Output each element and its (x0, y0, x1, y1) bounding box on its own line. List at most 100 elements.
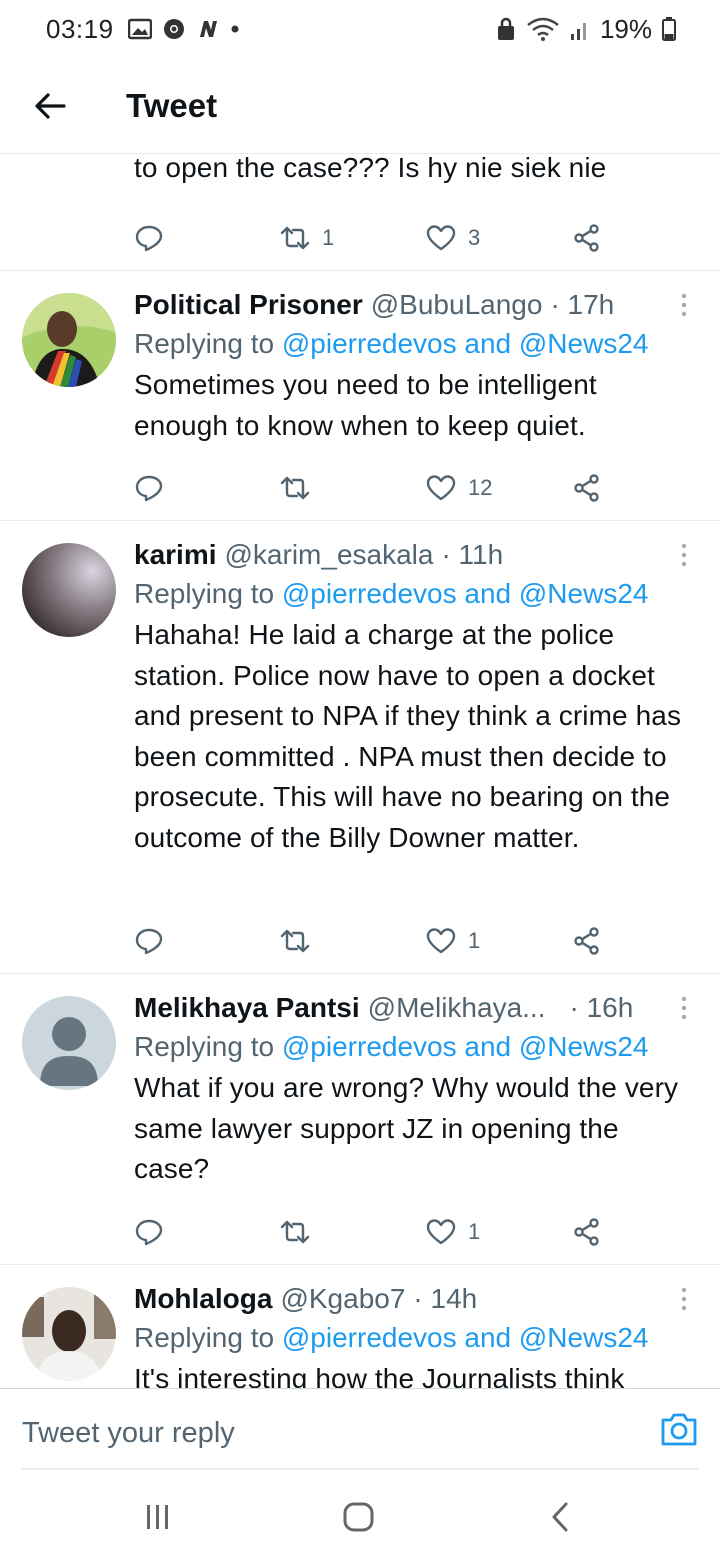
replying-to: Replying to @pierredevos and @News24 (134, 325, 696, 363)
share-icon (574, 224, 599, 252)
tweet-actions: 12 (134, 468, 614, 508)
like-button[interactable]: 1 (426, 1212, 480, 1252)
heart-icon (426, 475, 456, 501)
tweet-text: to open the case??? Is hy nie siek nie (134, 154, 607, 183)
reply-icon (135, 475, 163, 502)
back-button[interactable] (0, 58, 100, 154)
tweet-actions: 1 (134, 921, 614, 961)
share-button[interactable] (572, 468, 602, 508)
retweet-button[interactable] (280, 1212, 322, 1252)
input-underline (22, 1468, 698, 1470)
retweet-icon (280, 476, 310, 500)
retweet-icon (280, 226, 310, 250)
retweet-button[interactable] (280, 468, 322, 508)
tweet-item[interactable]: Mohlaloga @Kgabo7 · 14h Replying to @pie… (0, 1265, 720, 1388)
reply-button[interactable] (134, 1212, 164, 1252)
avatar[interactable] (22, 1287, 116, 1381)
reply-compose-bar[interactable]: Tweet your reply (0, 1388, 720, 1480)
author-name[interactable]: Political Prisoner (134, 287, 363, 323)
like-button[interactable]: 3 (426, 218, 480, 258)
share-icon (574, 927, 599, 955)
status-time: 03:19 (46, 13, 114, 44)
tweet-text: Sometimes you need to be intelligent eno… (134, 369, 597, 441)
more-options-icon[interactable] (676, 1285, 692, 1315)
share-button[interactable] (572, 921, 602, 961)
system-nav-bar (0, 1480, 720, 1560)
tweet-time: · 11h (441, 539, 504, 570)
heart-icon (426, 225, 456, 251)
retweet-button[interactable]: 1 (280, 218, 334, 258)
retweet-icon (280, 929, 310, 953)
replying-to-link[interactable]: @pierredevos and @News24 (282, 1322, 649, 1353)
replying-to: Replying to @pierredevos and @News24 (134, 1028, 696, 1066)
back-icon[interactable] (548, 1500, 574, 1534)
share-button[interactable] (572, 1212, 602, 1252)
default-avatar-icon (22, 996, 116, 1090)
dot-icon (231, 25, 239, 33)
replying-to-link[interactable]: @pierredevos and @News24 (282, 578, 649, 609)
tweet-item[interactable]: karimi @karim_esakala · 11h Replying to … (0, 521, 720, 974)
reply-input[interactable]: Tweet your reply (22, 1417, 235, 1450)
signal-icon (570, 23, 586, 40)
tweet-item[interactable]: Political Prisoner @BubuLango · 17h Repl… (0, 271, 720, 521)
retweet-button[interactable] (280, 921, 322, 961)
n-icon (199, 21, 217, 37)
share-icon (574, 474, 599, 502)
retweet-icon (280, 1220, 310, 1244)
recents-icon[interactable] (143, 1500, 173, 1534)
tweet-meta: Political Prisoner @BubuLango · 17h (134, 287, 696, 323)
tweet-partial[interactable]: to open the case??? Is hy nie siek nie 1… (0, 154, 720, 271)
reply-button[interactable] (134, 921, 164, 961)
author-name[interactable]: karimi (134, 537, 217, 573)
like-count: 1 (468, 1219, 481, 1244)
like-count: 1 (468, 928, 481, 953)
share-button[interactable] (572, 218, 602, 258)
battery-icon (662, 17, 676, 41)
battery-percent: 19% (599, 13, 652, 44)
heart-icon (426, 1219, 456, 1245)
replying-to-link[interactable]: @pierredevos and @News24 (282, 328, 649, 359)
gallery-icon (127, 18, 152, 40)
replying-to-link[interactable]: @pierredevos and @News24 (282, 1031, 649, 1062)
tweet-time: · 17h (550, 289, 615, 320)
like-count: 12 (468, 475, 493, 500)
author-handle[interactable]: @karim_esakala (225, 537, 434, 573)
tweet-text: Hahaha! He laid a charge at the police s… (134, 619, 682, 853)
author-name[interactable]: Melikhaya Pantsi (134, 990, 360, 1026)
tweet-actions: 1 (134, 1212, 614, 1252)
more-options-icon[interactable] (676, 291, 692, 321)
replying-to: Replying to @pierredevos and @News24 (134, 575, 696, 613)
chrome-icon (163, 19, 184, 39)
tweet-item[interactable]: Melikhaya Pantsi @Melikhaya... · 16h Rep… (0, 974, 720, 1265)
author-handle[interactable]: @Kgabo7 (280, 1281, 405, 1317)
reply-button[interactable] (134, 218, 164, 258)
retweet-count: 1 (322, 225, 335, 250)
reply-button[interactable] (134, 468, 164, 508)
avatar[interactable] (22, 996, 116, 1090)
avatar-image (22, 543, 116, 637)
more-options-icon[interactable] (676, 994, 692, 1024)
camera-icon[interactable] (660, 1411, 698, 1447)
avatar[interactable] (22, 543, 116, 637)
replying-to-prefix: Replying to (134, 578, 282, 609)
more-options-icon[interactable] (676, 541, 692, 571)
tweet-meta: karimi @karim_esakala · 11h (134, 537, 696, 573)
status-bar: 03:19 19% (0, 0, 720, 58)
author-handle[interactable]: @BubuLango (371, 287, 543, 323)
avatar-image (22, 1287, 116, 1381)
avatar[interactable] (22, 293, 116, 387)
heart-icon (426, 928, 456, 954)
like-button[interactable]: 1 (426, 921, 480, 961)
tweet-time: · 16h (569, 992, 634, 1023)
like-count: 3 (468, 225, 481, 250)
author-name[interactable]: Mohlaloga (134, 1281, 272, 1317)
author-handle[interactable]: @Melikhaya... (368, 990, 546, 1026)
reply-feed[interactable]: to open the case??? Is hy nie siek nie 1… (0, 154, 720, 1388)
home-icon[interactable] (342, 1500, 376, 1534)
reply-icon (135, 928, 163, 955)
reply-icon (135, 225, 163, 252)
like-button[interactable]: 12 (426, 468, 492, 508)
replying-to-prefix: Replying to (134, 1031, 282, 1062)
wifi-icon (527, 17, 559, 41)
tweet-meta: Melikhaya Pantsi @Melikhaya... · 16h (134, 990, 696, 1026)
